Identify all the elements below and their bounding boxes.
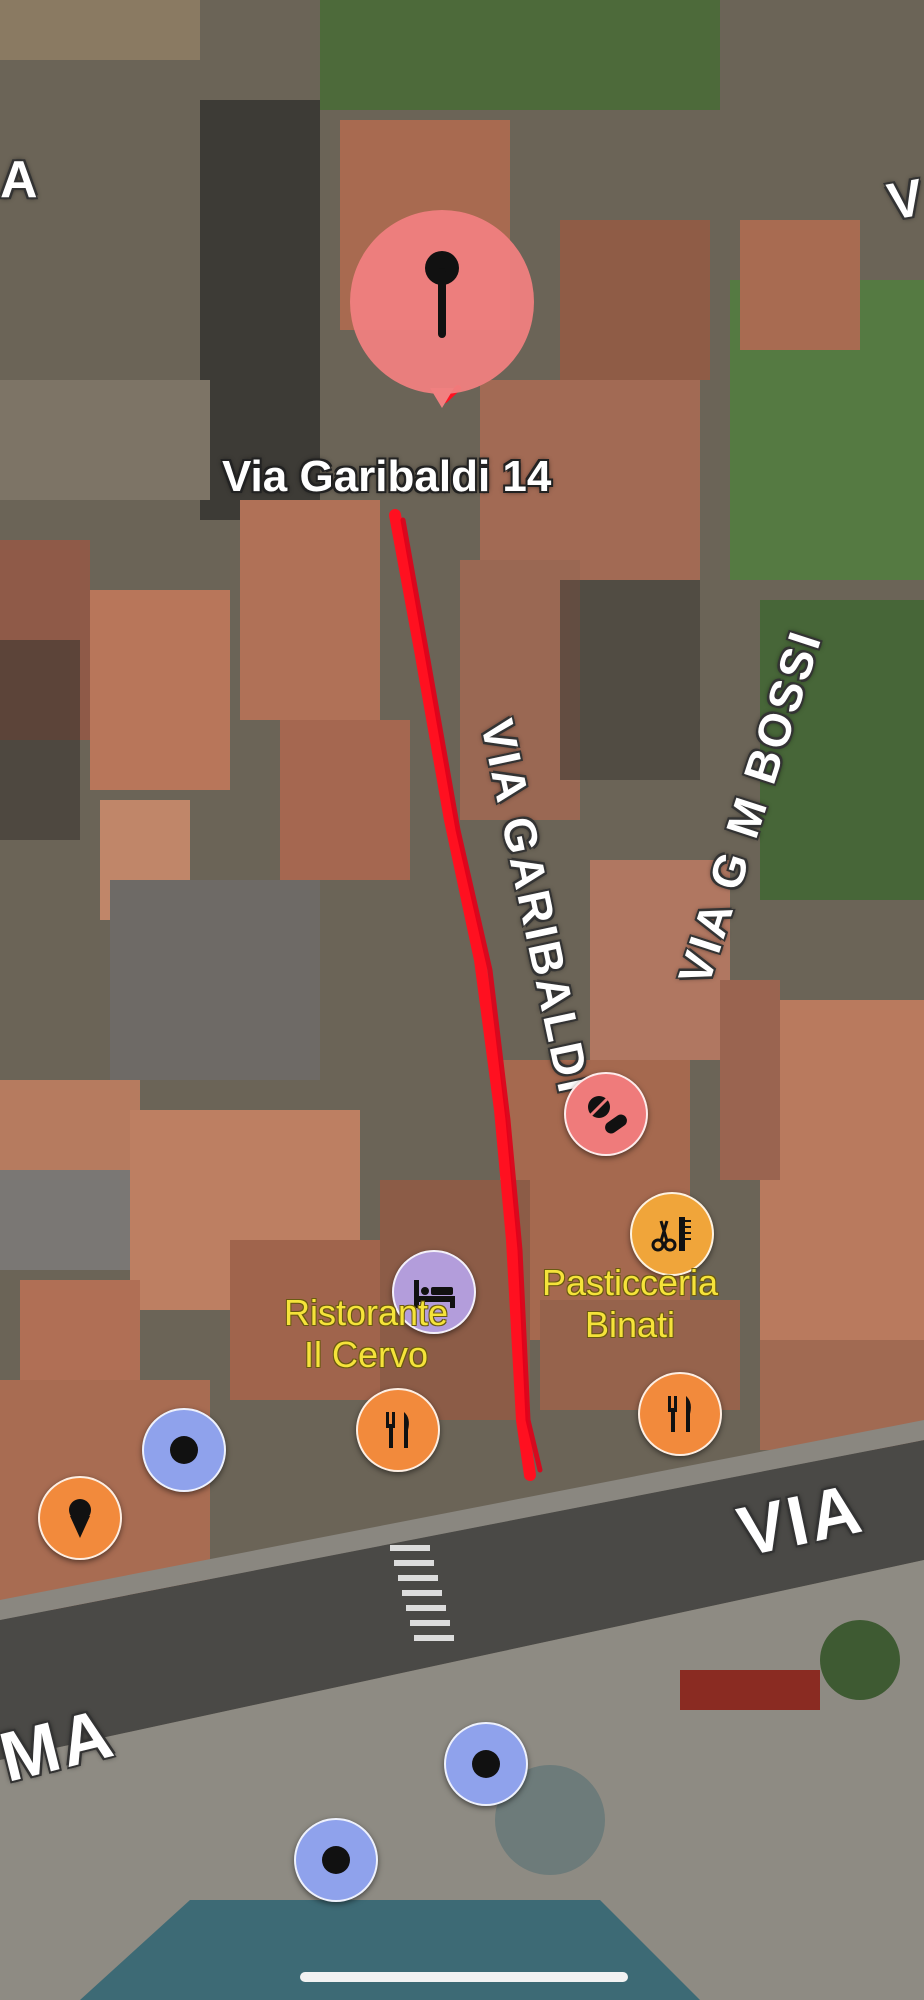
- location-pin[interactable]: [348, 208, 536, 408]
- poi-ristorante-il-cervo[interactable]: [356, 1388, 440, 1472]
- fork-knife-icon: [386, 1412, 409, 1448]
- poi-label-pasticceria-line2: Binati: [585, 1304, 676, 1345]
- pin-address-label: Via Garibaldi 14: [222, 452, 552, 501]
- poi-label-ristorante: Ristorante Il Cervo: [284, 1292, 448, 1376]
- transit-dot-icon: [322, 1846, 350, 1874]
- poi-label-pasticceria-line1: Pasticceria: [542, 1262, 719, 1303]
- scissors-comb-icon: [651, 1217, 691, 1252]
- home-indicator[interactable]: [300, 1972, 628, 1982]
- transit-stop-piazza[interactable]: [444, 1722, 528, 1806]
- transit-stop-lakefront[interactable]: [294, 1818, 378, 1902]
- poi-label-ristorante-line1: Ristorante: [284, 1292, 449, 1333]
- poi-label-ristorante-line2: Il Cervo: [304, 1334, 429, 1375]
- poi-label-pasticceria: Pasticceria Binati: [542, 1262, 718, 1346]
- street-label-fragment-a: A: [0, 151, 41, 209]
- pill-icon: [588, 1096, 627, 1134]
- poi-pasticceria-binati[interactable]: [638, 1372, 722, 1456]
- transit-stop-left[interactable]: [142, 1408, 226, 1492]
- transit-dot-icon: [170, 1436, 198, 1464]
- map-pin-icon: [350, 210, 534, 408]
- poi-pharmacy[interactable]: [564, 1072, 648, 1156]
- ice-cream-icon: [69, 1499, 91, 1538]
- transit-dot-icon: [472, 1750, 500, 1778]
- fork-knife-icon: [668, 1396, 691, 1432]
- poi-ice-cream[interactable]: [38, 1476, 122, 1560]
